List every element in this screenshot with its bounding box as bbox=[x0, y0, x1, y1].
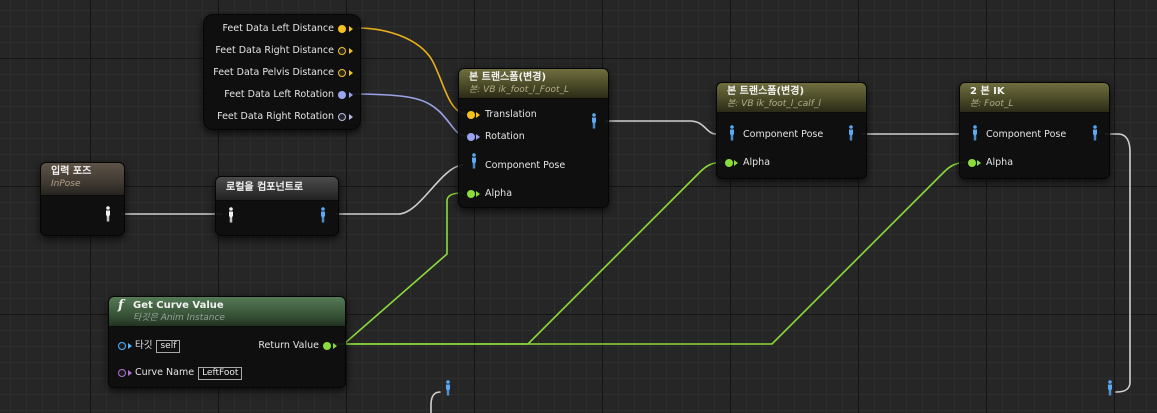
feet-pelvis-distance-label: Feet Data Pelvis Distance bbox=[213, 67, 334, 78]
alpha-pin[interactable] bbox=[968, 159, 976, 167]
pin-arrow-icon bbox=[734, 160, 738, 166]
wire-pose-1 bbox=[335, 164, 463, 215]
transform-bone-1-title: 본 트랜스폼(변경) bbox=[469, 72, 547, 83]
alpha-pin[interactable] bbox=[725, 159, 733, 167]
feet-left-rotation-label: Feet Data Left Rotation bbox=[224, 89, 334, 100]
pin-arrow-icon bbox=[349, 26, 353, 32]
input-pose-header: 입력 포즈 InPose bbox=[41, 163, 124, 196]
component-pose-figure-icon[interactable] bbox=[728, 125, 736, 141]
feet-data-node[interactable]: Feet Data Left Distance Feet Data Right … bbox=[203, 14, 361, 130]
transform-bone-node-1[interactable]: 본 트랜스폼(변경) 본: VB ik_foot_l_Foot_L Transl… bbox=[458, 68, 609, 208]
curve-name-label: Curve Name bbox=[135, 367, 195, 378]
rotation-pin[interactable] bbox=[467, 133, 475, 141]
component-pose-label: Component Pose bbox=[743, 129, 824, 140]
local-to-component-title: 로컬을 컴포넌트로 bbox=[226, 182, 304, 193]
feet-right-distance-label: Feet Data Right Distance bbox=[215, 45, 334, 56]
transform-bone-node-2[interactable]: 본 트랜스폼(변경) 본: VB ik_foot_l_calf_l Compon… bbox=[716, 82, 867, 179]
pin-arrow-icon bbox=[476, 134, 480, 140]
wire-alpha-1 bbox=[329, 192, 463, 345]
translation-pin[interactable] bbox=[467, 111, 475, 119]
local-to-component-node[interactable]: 로컬을 컴포넌트로 bbox=[215, 176, 339, 236]
rotation-label: Rotation bbox=[485, 131, 525, 142]
pose-figure-icon[interactable] bbox=[104, 206, 112, 222]
pose-figure-icon[interactable] bbox=[227, 207, 235, 223]
two-bone-ik-subtitle: 본: Foot_L bbox=[970, 99, 1014, 109]
pin-arrow-icon bbox=[333, 343, 337, 349]
pin-arrow-icon bbox=[476, 191, 480, 197]
feet-left-distance-label: Feet Data Left Distance bbox=[222, 23, 334, 34]
pin-arrow-icon bbox=[349, 70, 353, 76]
alpha-label: Alpha bbox=[743, 157, 771, 168]
pin-arrow-icon bbox=[349, 92, 353, 98]
input-pose-title: 입력 포즈 bbox=[51, 166, 92, 177]
feet-left-rotation-pin[interactable] bbox=[338, 91, 346, 99]
output-pose-figure-icon[interactable] bbox=[847, 125, 855, 141]
feet-right-rotation-pin[interactable] bbox=[338, 113, 346, 121]
target-row: 타깃 self bbox=[135, 340, 181, 353]
return-value-pin[interactable] bbox=[323, 342, 331, 350]
get-curve-value-subtitle: 타깃은 Anim Instance bbox=[133, 313, 225, 323]
transform-bone-2-header: 본 트랜스폼(변경) 본: VB ik_foot_l_calf_l bbox=[717, 83, 866, 113]
pin-arrow-icon bbox=[476, 112, 480, 118]
component-pose-label: Component Pose bbox=[986, 129, 1067, 140]
transform-bone-2-title: 본 트랜스폼(변경) bbox=[727, 86, 805, 97]
translation-label: Translation bbox=[485, 109, 537, 120]
pin-arrow-icon bbox=[349, 48, 353, 54]
component-pose-figure-icon[interactable] bbox=[470, 153, 478, 169]
wire-pose-5 bbox=[430, 391, 441, 413]
target-value-field[interactable]: self bbox=[156, 340, 181, 353]
two-bone-ik-header: 2 본 IK 본: Foot_L bbox=[960, 83, 1109, 113]
curve-name-row: Curve Name LeftFoot bbox=[135, 367, 243, 380]
output-pose-figure-icon[interactable] bbox=[1091, 125, 1099, 141]
feet-right-distance-pin[interactable] bbox=[338, 47, 346, 55]
pin-arrow-icon bbox=[977, 160, 981, 166]
transform-bone-1-header: 본 트랜스폼(변경) 본: VB ik_foot_l_Foot_L bbox=[459, 69, 608, 99]
pin-arrow-icon bbox=[128, 343, 132, 349]
transform-bone-1-subtitle: 본: VB ik_foot_l_Foot_L bbox=[469, 85, 570, 95]
get-curve-value-header: f Get Curve Value 타깃은 Anim Instance bbox=[109, 297, 345, 327]
get-curve-value-node[interactable]: f Get Curve Value 타깃은 Anim Instance 타깃 se… bbox=[108, 296, 346, 388]
alpha-label: Alpha bbox=[986, 157, 1014, 168]
function-icon: f bbox=[118, 298, 124, 313]
target-label: 타깃 bbox=[135, 340, 153, 351]
curve-name-field[interactable]: LeftFoot bbox=[198, 367, 243, 380]
target-pin[interactable] bbox=[118, 342, 126, 350]
input-pose-subtitle: InPose bbox=[51, 179, 81, 189]
two-bone-ik-title: 2 본 IK bbox=[970, 86, 1005, 97]
feet-pelvis-distance-pin[interactable] bbox=[338, 69, 346, 77]
alpha-label: Alpha bbox=[485, 188, 513, 199]
pin-arrow-icon bbox=[128, 370, 132, 376]
component-pose-figure-icon[interactable] bbox=[971, 125, 979, 141]
feet-right-rotation-label: Feet Data Right Rotation bbox=[217, 111, 334, 122]
wire-translation bbox=[356, 27, 467, 115]
get-curve-value-title: Get Curve Value bbox=[133, 300, 224, 311]
two-bone-ik-node[interactable]: 2 본 IK 본: Foot_L Component Pose Alpha bbox=[959, 82, 1110, 179]
input-pose-node[interactable]: 입력 포즈 InPose bbox=[40, 162, 125, 236]
output-pose-figure-icon[interactable] bbox=[590, 113, 598, 129]
wire-pose-2 bbox=[605, 120, 717, 135]
return-value-label: Return Value bbox=[258, 340, 319, 351]
wire-rotation bbox=[348, 93, 467, 137]
component-pose-label: Component Pose bbox=[485, 160, 566, 171]
curve-name-pin[interactable] bbox=[118, 369, 126, 377]
reroute-pose-figure-icon[interactable] bbox=[444, 380, 452, 396]
reroute-pose-figure-icon[interactable] bbox=[1106, 380, 1114, 396]
alpha-pin[interactable] bbox=[467, 190, 475, 198]
transform-bone-2-subtitle: 본: VB ik_foot_l_calf_l bbox=[727, 99, 821, 109]
wire-alpha-3 bbox=[329, 161, 971, 345]
feet-left-distance-pin[interactable] bbox=[338, 25, 346, 33]
component-pose-figure-icon[interactable] bbox=[319, 207, 327, 223]
pin-arrow-icon bbox=[349, 114, 353, 120]
local-to-component-header: 로컬을 컴포넌트로 bbox=[216, 177, 338, 201]
